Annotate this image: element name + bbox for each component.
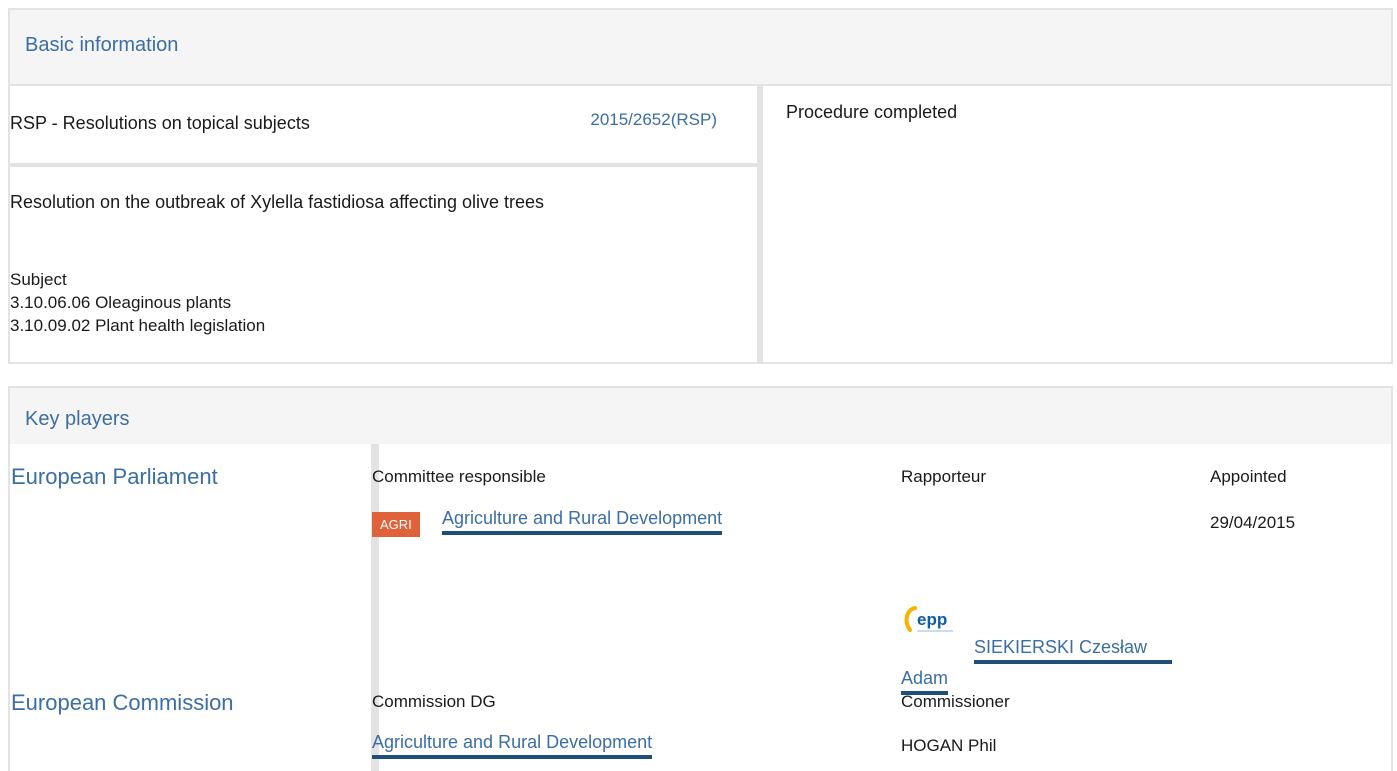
key-players-title: Key players	[25, 408, 130, 430]
subject-heading: Subject	[10, 270, 67, 289]
column-divider	[371, 444, 379, 771]
basic-information-panel: Basic information RSP - Resolutions on t…	[8, 8, 1393, 364]
committee-link[interactable]: Agriculture and Rural Development	[442, 508, 723, 535]
commissioner-name: HOGAN Phil	[901, 736, 997, 755]
procedure-status: Procedure completed	[786, 102, 958, 122]
subject-item: 3.10.09.02 Plant health legislation	[10, 316, 266, 335]
rapporteur-link[interactable]: SIEKIERSKI Czesław	[974, 637, 1172, 664]
key-players-header: Key players	[10, 388, 1391, 444]
subject-item: 3.10.06.06 Oleaginous plants	[10, 293, 232, 312]
procedure-type-row: RSP - Resolutions on topical subjects 20…	[10, 86, 757, 167]
appointed-date: 29/04/2015	[1210, 513, 1296, 532]
committee-code-badge: AGRI	[372, 512, 420, 537]
basic-information-header: Basic information	[10, 10, 1391, 86]
committee-responsible-label: Committee responsible	[372, 467, 546, 486]
subject-block: Subject 3.10.06.06 Oleaginous plants 3.1…	[10, 268, 265, 337]
procedure-type: RSP - Resolutions on topical subjects	[10, 113, 310, 133]
institution-european-parliament[interactable]: European Parliament	[11, 464, 218, 490]
epp-logo-icon: epp	[904, 606, 953, 632]
rapporteur-label: Rapporteur	[901, 467, 987, 486]
commission-dg-link[interactable]: Agriculture and Rural Development	[372, 732, 653, 759]
commission-dg-label: Commission DG	[372, 692, 496, 711]
epp-logo-text: epp	[917, 610, 947, 629]
institution-european-commission[interactable]: European Commission	[11, 690, 234, 716]
basic-information-left-column: RSP - Resolutions on topical subjects 20…	[10, 86, 763, 362]
resolution-title: Resolution on the outbreak of Xylella fa…	[10, 192, 544, 212]
rapporteur-link-continued[interactable]: Adam	[901, 668, 949, 695]
appointed-label: Appointed	[1210, 467, 1287, 486]
commissioner-label: Commissioner	[901, 692, 1010, 711]
basic-information-title: Basic information	[25, 34, 179, 56]
procedure-reference: 2015/2652(RSP)	[590, 110, 717, 129]
